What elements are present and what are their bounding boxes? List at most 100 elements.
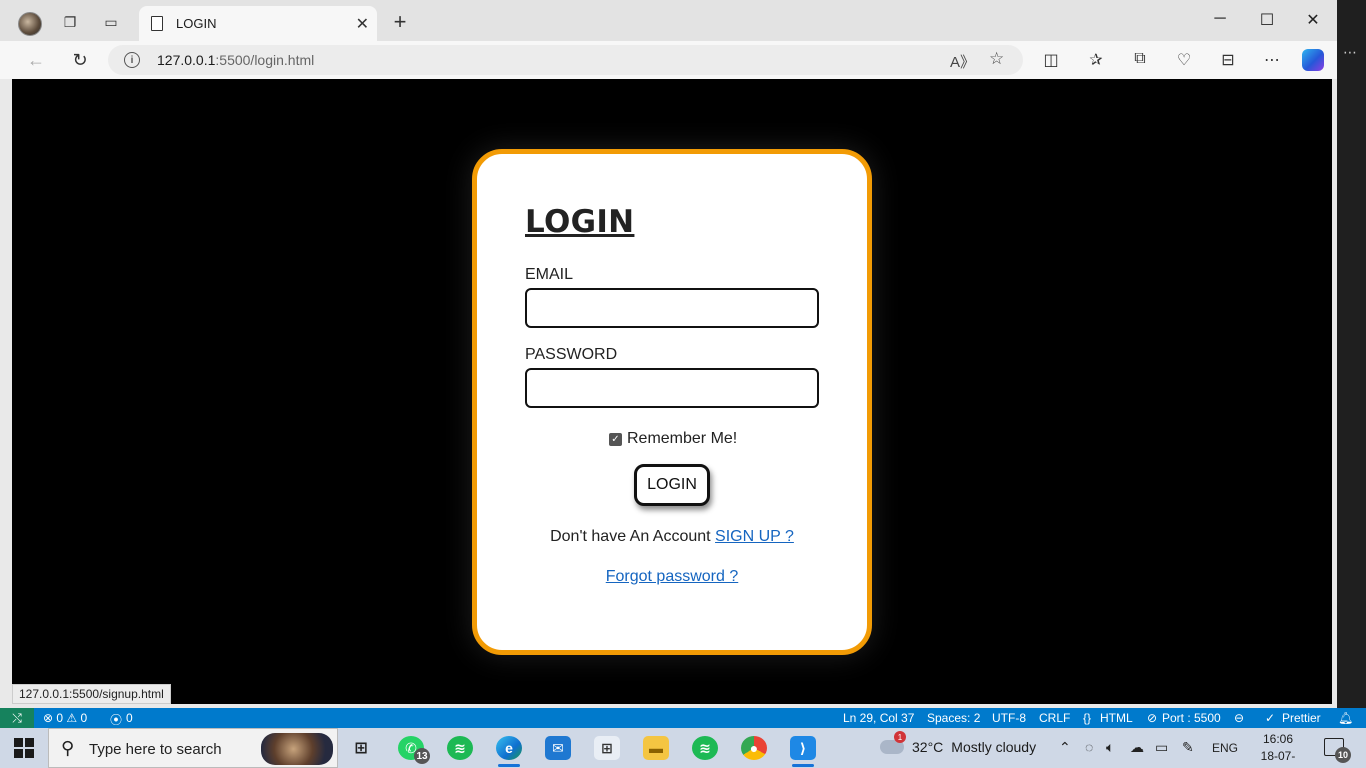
login-button[interactable]: LOGIN	[634, 464, 710, 506]
whatsapp-badge: 13	[414, 748, 430, 764]
workspaces-icon[interactable]: ❐	[60, 12, 80, 32]
volume-icon[interactable]: 🔈︎	[1106, 739, 1114, 756]
notification-count: 10	[1335, 747, 1351, 763]
weather-widget[interactable]: 1 32°C Mostly cloudy	[880, 731, 1037, 755]
page-title: LOGIN	[525, 204, 635, 240]
live-server-icon: ⊘	[1147, 711, 1158, 725]
spotify-app-icon[interactable]: ≋	[692, 736, 718, 760]
search-placeholder: Type here to search	[89, 741, 222, 758]
password-label: PASSWORD	[525, 346, 618, 363]
cursor-position[interactable]: Ln 29, Col 37	[843, 711, 914, 725]
spotify-icon[interactable]: ≋	[447, 736, 473, 760]
onedrive-icon[interactable]: ☁	[1130, 739, 1144, 756]
copilot-status-icon[interactable]: ⊖	[1234, 711, 1244, 725]
login-card: LOGIN EMAIL PASSWORD ✓ Remember Me! LOGI…	[472, 149, 872, 655]
line-ending[interactable]: CRLF	[1039, 711, 1070, 725]
browser-window: ❐ ▭ LOGIN ✕ + ─ ☐ ✕ ← ↻ i 127.0.0.1:5500…	[0, 0, 1337, 708]
braces-icon: {}	[1083, 711, 1092, 725]
profile-avatar-icon[interactable]	[18, 12, 42, 36]
search-highlight-image	[261, 733, 333, 765]
whatsapp-icon[interactable]: ✆ 13	[398, 736, 430, 764]
search-icon: ⚲	[61, 738, 75, 758]
forgot-password-link[interactable]: Forgot password ?	[606, 568, 739, 585]
ports-icon[interactable]: ⦿	[110, 711, 122, 728]
tab-login[interactable]: LOGIN ✕	[139, 6, 377, 41]
tab-title: LOGIN	[176, 16, 217, 31]
remember-me: ✓ Remember Me!	[609, 430, 737, 448]
indentation[interactable]: Spaces: 2	[927, 711, 980, 725]
taskbar: ⚲ Type here to search ⊞ ✆ 13 ≋ e ✉ ⊞ ▬ ≋…	[0, 728, 1366, 768]
address-bar[interactable]: i 127.0.0.1:5500/login.html A》 ☆	[108, 45, 1023, 75]
url-host: 127.0.0.1	[157, 52, 216, 68]
new-tab-icon[interactable]: +	[390, 9, 410, 34]
no-account-line: Don't have An Account SIGN UP ?	[477, 528, 867, 546]
close-window-icon[interactable]: ✕	[1298, 10, 1328, 30]
tab-bar: ❐ ▭ LOGIN ✕ + ─ ☐ ✕	[0, 0, 1337, 41]
windows-start-icon[interactable]	[14, 738, 34, 758]
forgot-line: Forgot password ?	[477, 568, 867, 586]
battery-icon[interactable]: ▭	[1155, 739, 1168, 756]
page-icon	[151, 16, 163, 31]
ports-count[interactable]: 0	[126, 711, 133, 725]
no-account-text: Don't have An Account	[550, 528, 711, 545]
task-view-icon[interactable]: ⊞	[348, 736, 374, 760]
problems-indicator[interactable]: ⊗ 0 ⚠ 0	[43, 711, 87, 725]
refresh-icon[interactable]: ↻	[68, 50, 92, 71]
url-text[interactable]: 127.0.0.1:5500/login.html	[157, 52, 314, 68]
file-explorer-icon[interactable]: ▬	[643, 736, 669, 760]
close-tab-icon[interactable]: ✕	[356, 14, 369, 34]
check-icon: ✓	[1265, 711, 1276, 725]
encoding[interactable]: UTF-8	[992, 711, 1026, 725]
remember-label: Remember Me!	[627, 430, 738, 447]
browser-essentials-icon[interactable]: ♡	[1172, 50, 1196, 70]
back-icon[interactable]: ←	[24, 50, 48, 71]
collections-icon[interactable]: ⧉	[1128, 50, 1152, 68]
email-field[interactable]	[525, 288, 819, 328]
tab-actions-icon[interactable]: ▭	[101, 12, 121, 32]
taskbar-search[interactable]: ⚲ Type here to search	[48, 728, 338, 768]
clock-time: 16:06	[1262, 732, 1294, 746]
vscode-icon[interactable]: ⟩	[790, 736, 816, 767]
hover-link-status: 127.0.0.1:5500/signup.html	[12, 684, 171, 704]
input-language[interactable]: ENG	[1212, 741, 1238, 755]
weather-cloud-icon: 1	[880, 731, 906, 754]
live-server-port[interactable]: Port : 5500	[1162, 711, 1221, 725]
toolbar: ← ↻ i 127.0.0.1:5500/login.html A》 ☆ ◫ ✰…	[0, 41, 1337, 79]
clock[interactable]: 16:06 18-07-2024	[1250, 731, 1306, 768]
weather-temp: 32°C	[912, 739, 944, 755]
network-icon[interactable]: ◌	[1085, 739, 1093, 755]
notification-center-icon[interactable]: 10	[1324, 738, 1351, 763]
signup-link[interactable]: SIGN UP ?	[715, 528, 794, 545]
read-aloud-icon[interactable]: A》	[950, 51, 975, 72]
copilot-icon[interactable]	[1302, 49, 1324, 71]
password-field[interactable]	[525, 368, 819, 408]
vscode-status-bar: ⤭ ⊗ 0 ⚠ 0 ⦿ 0 Ln 29, Col 37 Spaces: 2 UT…	[0, 708, 1366, 728]
mail-icon[interactable]: ✉	[545, 736, 571, 760]
store-icon[interactable]: ⊞	[594, 736, 620, 760]
url-path: :5500/login.html	[215, 52, 315, 68]
split-screen-icon[interactable]: ◫	[1039, 50, 1063, 70]
remote-icon[interactable]: ⤭	[0, 708, 34, 728]
bell-icon[interactable]: 🔔︎	[1338, 711, 1353, 725]
remember-checkbox[interactable]: ✓	[609, 432, 622, 446]
sidebar-icon[interactable]: ⊟	[1216, 50, 1240, 70]
maximize-icon[interactable]: ☐	[1252, 10, 1282, 30]
minimize-icon[interactable]: ─	[1205, 10, 1235, 28]
prettier-status[interactable]: Prettier	[1282, 711, 1321, 725]
favorite-star-icon[interactable]: ☆	[989, 49, 1004, 69]
pen-icon[interactable]: ✎	[1182, 739, 1194, 756]
chrome-icon[interactable]: ●	[741, 736, 767, 760]
favorites-icon[interactable]: ✰	[1084, 50, 1108, 70]
clock-date: 18-07-2024	[1260, 749, 1296, 768]
show-hidden-icons-icon[interactable]: ⌃	[1059, 739, 1071, 756]
more-menu-icon[interactable]: ⋯	[1260, 50, 1284, 70]
language-mode[interactable]: HTML	[1100, 711, 1133, 725]
vscode-window-edge: ⋯	[1337, 0, 1366, 708]
more-actions-icon[interactable]: ⋯	[1343, 44, 1357, 61]
weather-desc: Mostly cloudy	[951, 739, 1037, 755]
site-info-icon[interactable]: i	[124, 52, 140, 68]
edge-icon[interactable]: e	[496, 736, 522, 767]
email-label: EMAIL	[525, 266, 574, 283]
weather-badge: 1	[894, 731, 906, 743]
page-viewport: LOGIN EMAIL PASSWORD ✓ Remember Me! LOGI…	[12, 79, 1332, 704]
